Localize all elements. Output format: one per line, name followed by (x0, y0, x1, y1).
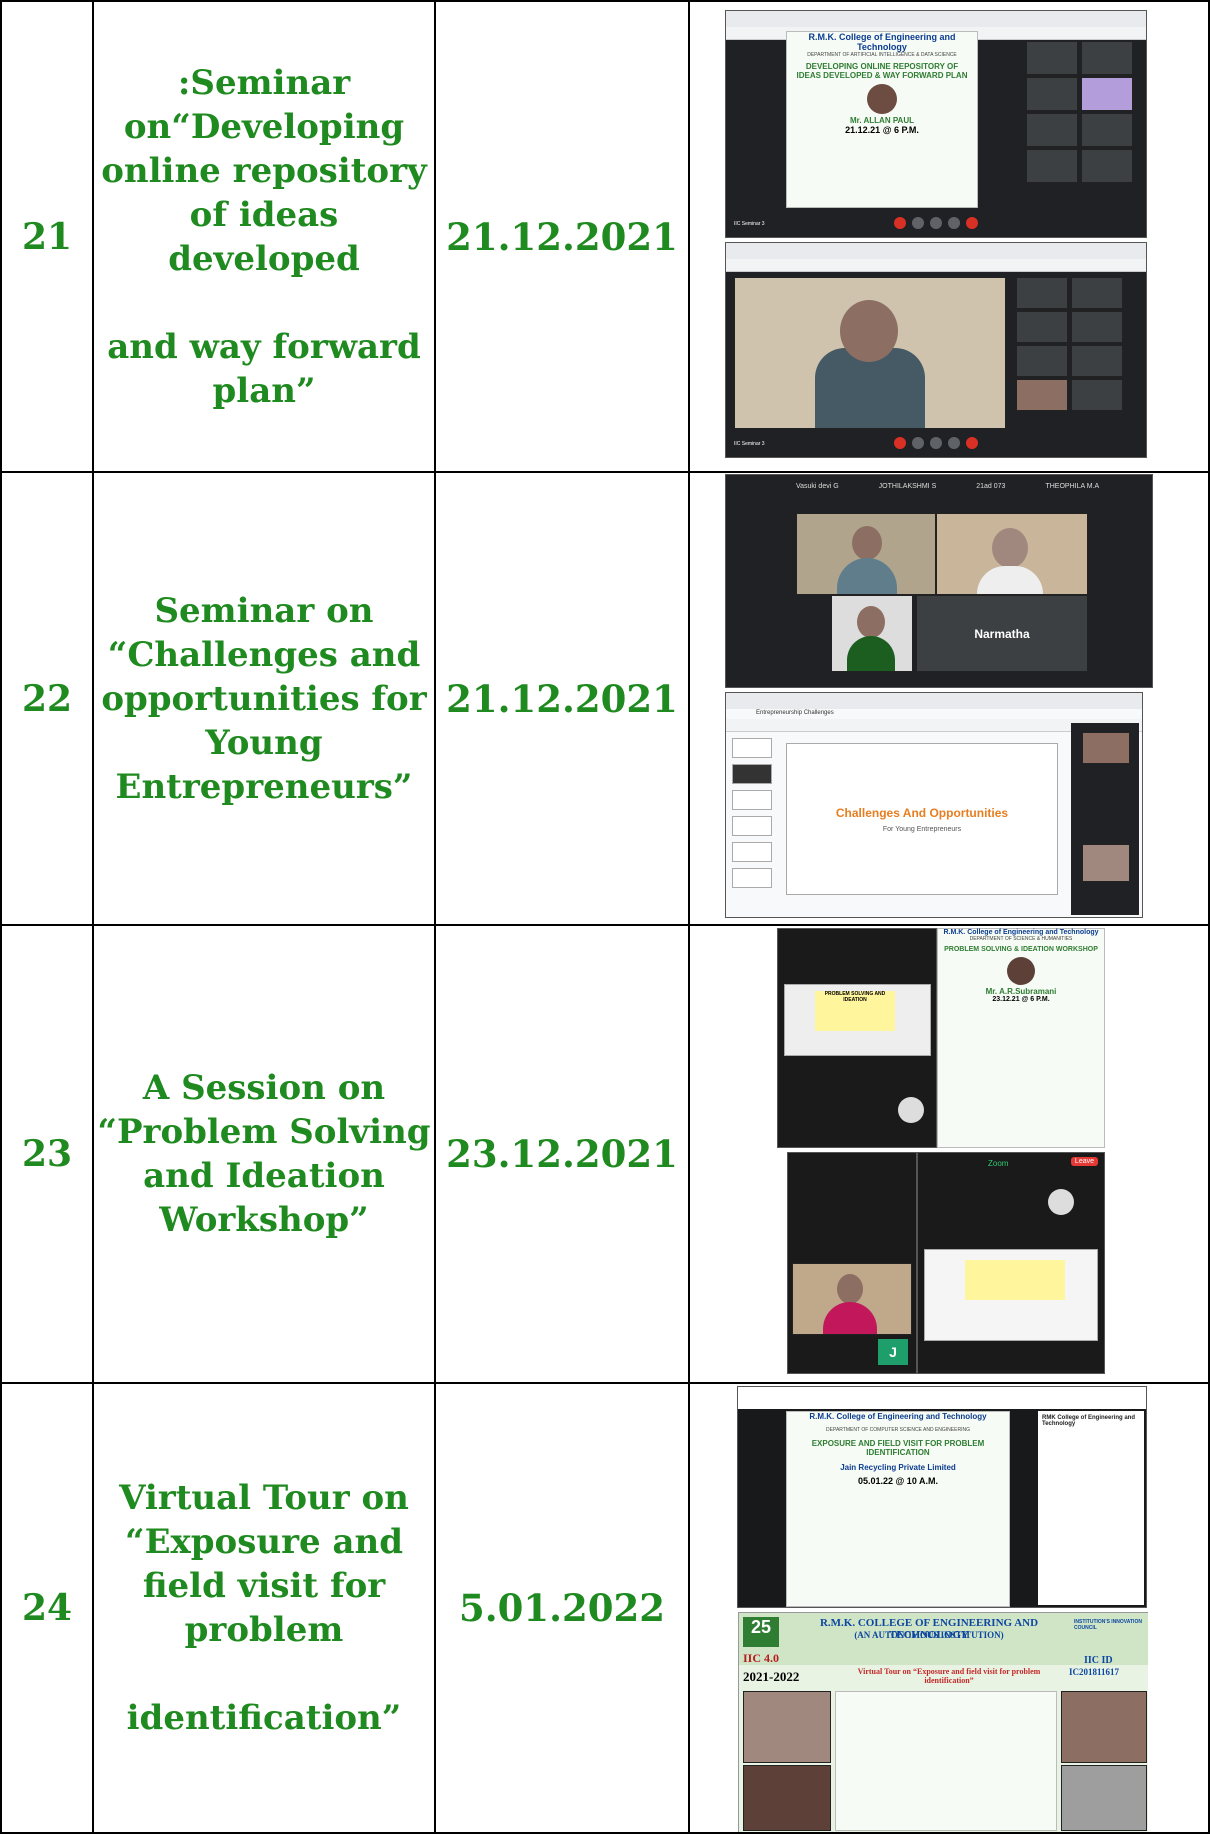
event-title: :Seminar on“Developing online repository… (94, 2, 434, 471)
event-date: 21.12.2021 (446, 214, 678, 259)
event-title: Seminar on “Challenges and opportunities… (94, 473, 434, 924)
banner-year: 2021-2022 (743, 1669, 800, 1684)
iic-id-label: IIC ID (1084, 1655, 1113, 1666)
leave-button[interactable]: Leave (1070, 1157, 1098, 1166)
event-poster: R.M.K. College of Engineering and Techno… (786, 31, 978, 208)
poster-college: R.M.K. College of Engineering and Techno… (809, 1412, 987, 1421)
poster-date: 21.12.21 @ 6 P.M. (845, 125, 919, 135)
row-number: 24 (21, 1587, 73, 1629)
poster-college: R.M.K. College of Engineering and Techno… (808, 32, 956, 52)
doc-tab: Entrepreneurship Challenges (756, 710, 834, 716)
avatar-icon (898, 1097, 924, 1123)
row-number: 22 (21, 677, 73, 720)
slide-title: Challenges And Opportunities (835, 805, 1009, 820)
title-line: online repository (101, 150, 427, 191)
title-line: :Seminar (177, 62, 351, 103)
participant-name: Vasuki devi G (796, 483, 839, 490)
event-date: 21.12.2021 (446, 676, 678, 721)
slide-title: PROBLEM SOLVING AND IDEATION (815, 991, 895, 1031)
anniversary-logo: 25 (743, 1617, 779, 1647)
zoom-label: Zoom (988, 1159, 1009, 1168)
participant-name-large: Narmatha (974, 626, 1030, 641)
poster-topic: DEVELOPING ONLINE REPOSITORY OF IDEAS DE… (796, 62, 968, 80)
poster-speaker: Mr. A.R.Subramani (985, 987, 1057, 996)
title-line: and Ideation (143, 1156, 385, 1196)
event-title: A Session on “Problem Solving and Ideati… (94, 926, 434, 1382)
zoom-screenshot-2: J Zoom Leave (787, 1152, 1105, 1374)
title-line: “Problem Solving (97, 1112, 431, 1152)
fb-page-name[interactable]: RMK College of Engineering and Technolog… (1038, 1411, 1144, 1431)
event-date: 5.01.2022 (459, 1586, 665, 1630)
speaker-video (734, 277, 1006, 429)
title-line: Virtual Tour on (119, 1478, 409, 1518)
avatar-letter: J (878, 1339, 908, 1365)
zoom-screenshot-1: PROBLEM SOLVING AND IDEATION R.M.K. Coll… (777, 928, 1105, 1148)
row-number: 23 (21, 1133, 73, 1175)
title-line: field visit for (142, 1566, 386, 1606)
event-poster: R.M.K. College of Engineering and Techno… (937, 928, 1105, 1148)
iic-id: IC201811617 (1069, 1667, 1120, 1677)
meet-screenshot-3: Vasuki devi G JOTHILAKSHMI S 21ad 073 TH… (725, 474, 1153, 688)
meet-screenshot-1: R.M.K. College of Engineering and Techno… (725, 10, 1147, 238)
title-line: Seminar on (154, 590, 374, 631)
slide-subtitle: For Young Entrepreneurs (882, 825, 962, 833)
title-line: on“Developing (123, 106, 405, 147)
poster-college: R.M.K. College of Engineering and Techno… (943, 929, 1099, 936)
title-line: Young (205, 722, 323, 763)
banner-topic: Virtual Tour on “Exposure and field visi… (857, 1667, 1041, 1685)
poster-company: Jain Recycling Private Limited (840, 1463, 956, 1472)
iic-logo-text: INSTITUTION'S INNOVATION COUNCIL (1074, 1619, 1142, 1631)
poster-speaker: Mr. ALLAN PAUL (850, 116, 914, 125)
title-line: and way forward (107, 326, 421, 367)
participant-name: THEOPHILA M.A (1045, 483, 1100, 490)
activity-table: 21 :Seminar on“Developing online reposit… (0, 0, 1210, 1834)
poster-dept: DEPARTMENT OF COMPUTER SCIENCE AND ENGIN… (826, 1427, 970, 1433)
title-line: Workshop” (159, 1200, 369, 1240)
banner-collage: 25 R.M.K. COLLEGE OF ENGINEERING AND TEC… (738, 1612, 1148, 1832)
event-date: 23.12.2021 (446, 1132, 678, 1176)
event-title: Virtual Tour on “Exposure and field visi… (94, 1384, 434, 1832)
title-line: of ideas (189, 194, 339, 235)
title-line: plan” (212, 370, 316, 411)
title-line: A Session on (142, 1068, 386, 1108)
title-line: developed (168, 238, 360, 279)
title-line: “Exposure and (125, 1522, 403, 1562)
iic-version: IIC 4.0 (743, 1651, 780, 1665)
title-line: problem (184, 1610, 344, 1650)
speaker-photo (1007, 957, 1035, 985)
title-line: identification” (126, 1698, 402, 1738)
poster-date: 05.01.22 @ 10 A.M. (858, 1476, 938, 1486)
participant-name: 21ad 073 (976, 483, 1006, 490)
poster-dept: DEPARTMENT OF SCIENCE & HUMANITIES (969, 936, 1073, 942)
speaker-photo (867, 84, 897, 114)
banner-sub: (AN AUTONOMOUS INSTITUTION) (854, 1630, 1004, 1640)
col-divider (688, 0, 690, 1834)
participant-name: JOTHILAKSHMI S (878, 483, 937, 490)
meet-screenshot-2: IIC Seminar 3 (725, 242, 1147, 458)
title-line: Entrepreneurs” (115, 766, 413, 807)
row-number: 21 (21, 215, 73, 258)
title-line: “Challenges and (107, 634, 421, 675)
poster-topic: EXPOSURE AND FIELD VISIT FOR PROBLEM IDE… (811, 1439, 985, 1457)
poster-dept: DEPARTMENT OF ARTIFICIAL INTELLIGENCE & … (807, 52, 957, 58)
poster-date: 23.12.21 @ 6 P.M. (992, 996, 1050, 1003)
avatar-icon (1048, 1189, 1074, 1215)
event-poster: R.M.K. College of Engineering and Techno… (786, 1411, 1010, 1607)
poster-topic: PROBLEM SOLVING & IDEATION WORKSHOP (944, 946, 1098, 953)
title-line: opportunities for (101, 678, 427, 719)
facebook-screenshot: R.M.K. College of Engineering and Techno… (737, 1386, 1147, 1608)
slides-screenshot: Entrepreneurship Challenges Challenges A… (725, 692, 1143, 918)
